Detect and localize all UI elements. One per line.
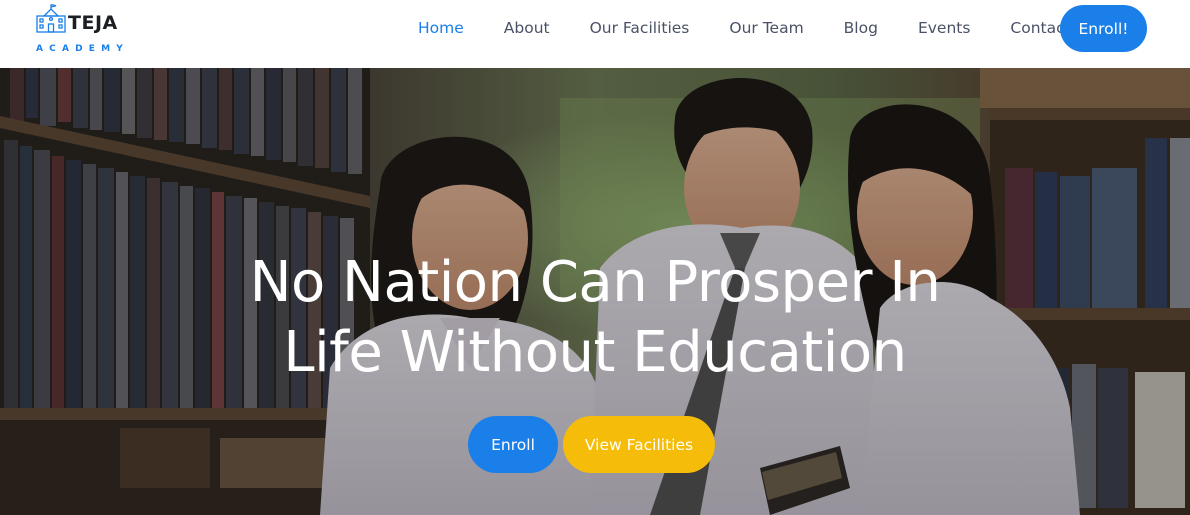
hero-headline-line-1: No Nation Can Prosper In [249,250,941,315]
hero-headline: No Nation Can Prosper In Life Without Ed… [0,248,1190,388]
school-building-icon [36,4,66,33]
brand-tagline: ACADEMY [36,44,130,54]
hero-headline-line-2: Life Without Education [283,320,907,385]
nav-our-team[interactable]: Our Team [709,19,823,37]
main-nav: Home About Our Facilities Our Team Blog … [398,0,1091,56]
nav-about[interactable]: About [484,19,570,37]
view-facilities-button[interactable]: View Facilities [563,416,715,473]
site-header: TEJA ACADEMY Home About Our Facilities O… [0,0,1190,68]
hero-section: No Nation Can Prosper In Life Without Ed… [0,68,1190,515]
nav-blog[interactable]: Blog [824,19,898,37]
nav-our-facilities[interactable]: Our Facilities [570,19,710,37]
hero-enroll-button[interactable]: Enroll [468,416,558,473]
header-enroll-button[interactable]: Enroll! [1060,5,1147,52]
nav-home[interactable]: Home [398,19,484,37]
nav-events[interactable]: Events [898,19,990,37]
logo[interactable]: TEJA ACADEMY [34,4,144,56]
brand-name: TEJA [68,12,118,34]
